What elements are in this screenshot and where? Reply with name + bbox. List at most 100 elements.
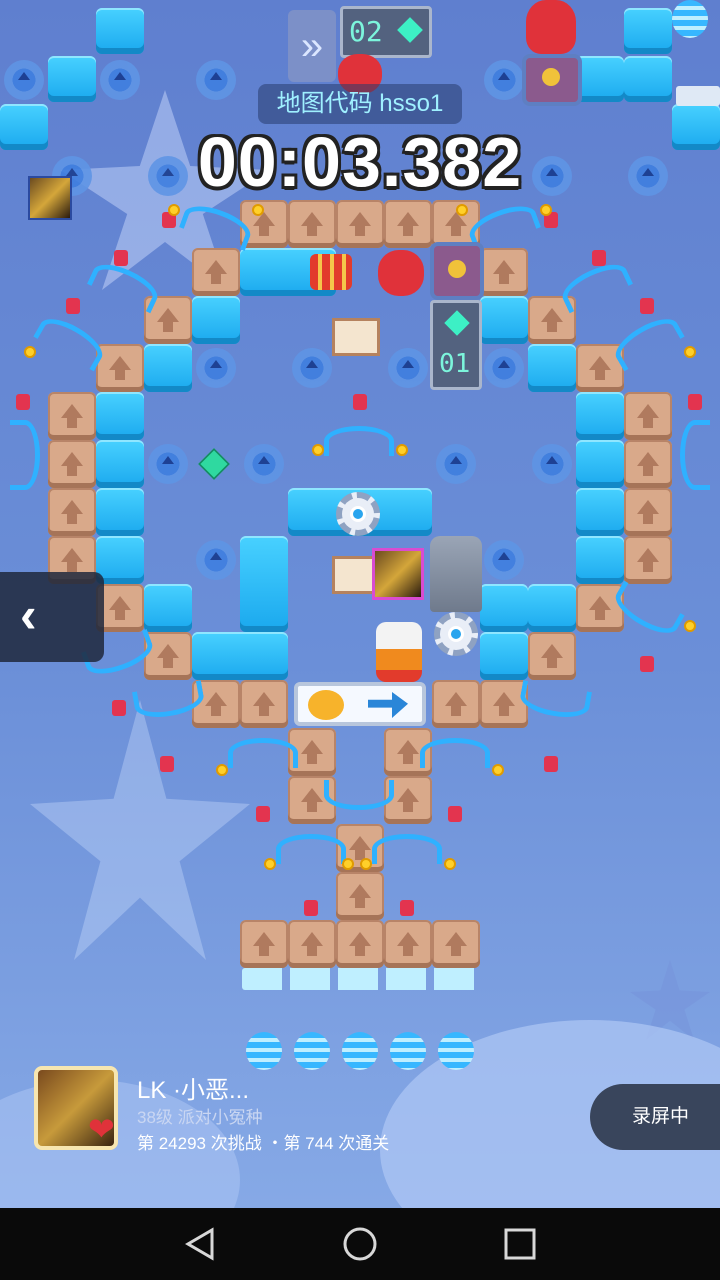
wood-block	[288, 920, 336, 968]
wood-block	[240, 680, 288, 728]
wood-block	[240, 920, 288, 968]
bounce-pad	[292, 348, 332, 388]
crossbow-bolt	[66, 298, 80, 314]
wood-block	[48, 392, 96, 440]
wood-block	[288, 200, 336, 248]
ice-block	[576, 440, 624, 488]
counter-top-digits: 02	[349, 15, 383, 48]
nav-home-icon[interactable]	[342, 1226, 378, 1262]
bounce-pad	[388, 348, 428, 388]
conveyor-arrow: »	[288, 10, 336, 82]
ice-block	[624, 8, 672, 54]
bounce-pad	[148, 444, 188, 484]
crossbow-pivot	[456, 204, 468, 216]
wood-block	[48, 488, 96, 536]
wood-block	[528, 632, 576, 680]
crossbow-pivot	[540, 204, 552, 216]
heart-icon: ❤	[88, 1111, 115, 1147]
bounce-pad	[484, 540, 524, 580]
gem-icon	[397, 17, 423, 43]
ice-block	[192, 632, 288, 680]
lock-block	[430, 242, 484, 300]
ice-block	[96, 488, 144, 536]
crossbow-bolt	[256, 806, 270, 822]
bounce-pad	[100, 60, 140, 100]
nav-back-icon[interactable]	[182, 1226, 218, 1262]
wood-block	[336, 920, 384, 968]
ice-block	[480, 296, 528, 344]
counter-digits: 01	[439, 349, 471, 379]
boxing-glove-top	[526, 0, 576, 54]
wood-block	[144, 632, 192, 680]
crossbow-pivot	[312, 444, 324, 456]
ice-block	[576, 536, 624, 584]
bounce-pad	[532, 444, 572, 484]
ice-block	[576, 392, 624, 440]
crossbow-trap	[276, 834, 346, 864]
wood-block	[384, 920, 432, 968]
bg-star	[30, 700, 250, 960]
back-button[interactable]: ‹	[0, 572, 104, 662]
nav-recents-icon[interactable]	[502, 1226, 538, 1262]
crossbow-pivot	[342, 858, 354, 870]
wood-block	[336, 872, 384, 920]
wood-block	[624, 536, 672, 584]
wood-block	[432, 920, 480, 968]
player-avatar[interactable]: ❤	[34, 1066, 118, 1150]
crossbow-trap	[680, 420, 710, 490]
ice-block	[96, 440, 144, 488]
crossbow-bolt	[544, 756, 558, 772]
crossbow-bolt	[160, 756, 174, 772]
boxing-glove	[378, 250, 424, 296]
bounce-pad	[484, 60, 524, 100]
bounce-pad	[4, 60, 44, 100]
bounce-pad	[196, 540, 236, 580]
checkpoint-ball	[438, 1032, 474, 1070]
crossbow-pivot	[396, 444, 408, 456]
green-gem-pickup	[198, 448, 230, 480]
checkpoint-ball	[246, 1032, 282, 1070]
crossbow-trap	[517, 680, 593, 722]
metal-ledge	[676, 86, 720, 106]
ice-block	[480, 584, 528, 632]
start-mascot-icon	[308, 690, 344, 720]
crossbow-trap	[10, 420, 40, 490]
ice-block	[528, 344, 576, 392]
crossbow-trap	[372, 834, 442, 864]
bounce-pad	[244, 444, 284, 484]
stone-totem	[430, 536, 482, 612]
lock-block-top	[522, 54, 582, 106]
wood-block	[480, 248, 528, 296]
crossbow-pivot	[684, 346, 696, 358]
ice-block	[576, 56, 624, 102]
crossbow-bolt	[114, 250, 128, 266]
ice-block	[672, 104, 720, 150]
checkpoint-ball	[294, 1032, 330, 1070]
gear-icon	[336, 492, 380, 536]
crossbow-bolt	[448, 806, 462, 822]
wood-block	[336, 200, 384, 248]
system-navigation-bar	[0, 1208, 720, 1280]
screen-recording-button[interactable]: 录屏中	[590, 1084, 720, 1150]
ice-block	[96, 392, 144, 440]
crossbow-pivot	[24, 346, 36, 358]
gem-icon	[444, 310, 470, 336]
ice-block	[480, 632, 528, 680]
wood-block	[192, 248, 240, 296]
game-stage: » 02 01 地图代码 hsso1 00:03.382 ‹ ❤ LK ·小恶.…	[0, 0, 720, 1208]
bounce-pad	[628, 156, 668, 196]
wooden-sign	[332, 318, 380, 356]
crossbow-trap	[33, 310, 109, 372]
crossbow-trap	[609, 310, 685, 372]
crossbow-bolt	[640, 298, 654, 314]
crossbow-bolt	[640, 656, 654, 672]
wood-block	[624, 488, 672, 536]
start-pad	[294, 682, 426, 726]
ice-ledge	[242, 968, 478, 990]
keyhole-icon	[448, 260, 466, 278]
player-avatar-small[interactable]	[28, 176, 72, 220]
crossbow-pivot	[168, 204, 180, 216]
wood-block	[624, 440, 672, 488]
player-avatar-marker	[372, 548, 424, 600]
bounce-pad	[196, 348, 236, 388]
